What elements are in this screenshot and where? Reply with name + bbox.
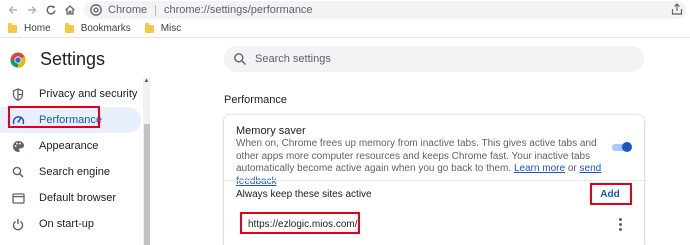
- bookmark-misc[interactable]: Misc: [144, 22, 182, 34]
- chrome-site-icon: [90, 4, 102, 16]
- url-text: chrome://settings/performance: [163, 4, 313, 16]
- folder-icon: [64, 22, 74, 33]
- annotation-box-performance: [8, 106, 100, 128]
- url-separator: |: [154, 4, 157, 16]
- bookmark-label: Home: [24, 23, 51, 34]
- home-icon[interactable]: [63, 3, 77, 17]
- sidebar: Privacy and security Performance Appeara…: [0, 78, 150, 245]
- bookmark-label: Misc: [160, 23, 182, 34]
- sidebar-item-label: On start-up: [39, 218, 95, 230]
- divider: [224, 180, 644, 181]
- or-text: or: [567, 163, 577, 174]
- sidebar-item-privacy[interactable]: Privacy and security: [0, 81, 141, 107]
- section-title: Performance: [224, 94, 287, 106]
- bookmarks-bar: Home Bookmarks Misc: [0, 20, 690, 38]
- share-icon[interactable]: [670, 2, 684, 16]
- sidebar-item-appearance[interactable]: Appearance: [0, 133, 141, 159]
- keep-sites-active-label: Always keep these sites active: [236, 189, 372, 200]
- browser-window-icon: [11, 191, 25, 205]
- reload-icon[interactable]: [44, 3, 58, 17]
- search-settings-box[interactable]: [224, 46, 644, 72]
- back-arrow-icon[interactable]: [6, 3, 20, 17]
- scroll-up-arrow-icon[interactable]: ▲: [143, 78, 150, 85]
- palette-icon: [11, 139, 25, 153]
- sidebar-item-default-browser[interactable]: Default browser: [0, 185, 141, 211]
- power-icon: [11, 217, 25, 231]
- sidebar-item-search-engine[interactable]: Search engine: [0, 159, 141, 185]
- search-icon: [11, 165, 25, 179]
- scrollbar-thumb[interactable]: [144, 124, 150, 245]
- forward-arrow-icon[interactable]: [25, 3, 39, 17]
- bookmark-label: Bookmarks: [80, 23, 131, 34]
- shield-icon: [11, 87, 25, 101]
- memory-saver-toggle[interactable]: [612, 142, 632, 152]
- sidebar-item-label: Default browser: [39, 192, 117, 204]
- learn-more-link[interactable]: Learn more: [514, 163, 565, 174]
- search-icon: [234, 53, 246, 65]
- annotation-box-site-url: [240, 212, 360, 234]
- annotation-box-add: [590, 183, 632, 205]
- page-title: Settings: [40, 49, 106, 69]
- sidebar-item-on-startup[interactable]: On start-up: [0, 211, 141, 237]
- folder-icon: [144, 22, 154, 33]
- browser-toolbar: Chrome | chrome://settings/performance: [0, 0, 690, 20]
- sidebar-item-label: Privacy and security: [39, 88, 138, 100]
- site-name: Chrome: [108, 4, 148, 16]
- bookmark-bookmarks[interactable]: Bookmarks: [64, 22, 131, 34]
- sidebar-item-label: Search engine: [39, 166, 110, 178]
- chrome-logo-icon: [10, 52, 26, 68]
- toggle-knob: [622, 142, 632, 152]
- more-options-icon[interactable]: [616, 217, 624, 231]
- sidebar-item-label: Appearance: [39, 140, 99, 152]
- address-bar[interactable]: Chrome | chrome://settings/performance: [84, 1, 686, 19]
- bookmark-home[interactable]: Home: [8, 22, 51, 34]
- folder-icon: [8, 22, 17, 33]
- search-input[interactable]: [255, 53, 615, 65]
- memory-saver-title: Memory saver: [236, 125, 306, 137]
